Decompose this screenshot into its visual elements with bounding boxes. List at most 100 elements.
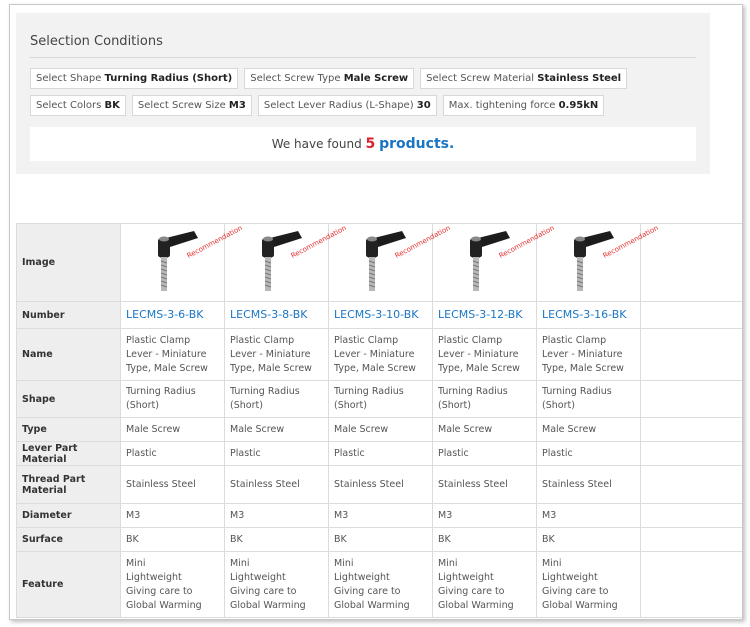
found-prefix: We have found <box>271 137 362 151</box>
tag-value: Stainless Steel <box>537 73 622 84</box>
feature-cell: Mini Lightweight Giving care to Global War… <box>432 551 537 618</box>
feature-item: Mini <box>542 557 562 569</box>
thread-cell: Stainless Steel <box>120 465 225 504</box>
condition-tag-screw-material[interactable]: Select Screw Material Stainless Steel <box>420 68 628 89</box>
product-number-link[interactable]: LECMS-3-8-BK <box>230 308 308 321</box>
thread-cell: Stainless Steel <box>224 465 329 504</box>
shape-cell: Turning Radius (Short) <box>120 380 225 418</box>
name-cell: Plastic Clamp Lever - Miniature Type, Ma… <box>328 328 433 381</box>
tag-label: Select Colors <box>36 100 102 111</box>
thread-cell: Stainless Steel <box>536 465 641 504</box>
product-number-cell: LECMS-3-8-BK <box>224 301 329 329</box>
condition-tag-lever-radius[interactable]: Select Lever Radius (L-Shape) 30 <box>257 95 437 116</box>
row-header-diameter: Diameter <box>16 503 121 528</box>
tag-value: 0.95kN <box>558 100 599 111</box>
row-header-surface: Surface <box>16 527 121 552</box>
condition-tag-screw-type[interactable]: Select Screw Type Male Screw <box>244 68 415 89</box>
shape-cell: Turning Radius (Short) <box>328 380 433 418</box>
empty-cell <box>640 328 742 381</box>
type-cell: Male Screw <box>120 417 225 442</box>
lever-cell: Plastic <box>328 441 433 466</box>
thread-cell: Stainless Steel <box>432 465 537 504</box>
feature-item: Mini <box>126 557 146 569</box>
feature-item: Lightweight <box>542 571 598 583</box>
surface-cell: BK <box>432 527 537 552</box>
product-number-link[interactable]: LECMS-3-10-BK <box>334 308 419 321</box>
results-count-banner: We have found 5 products. <box>30 127 696 161</box>
tag-label: Max. tightening force <box>448 100 556 111</box>
row-header-shape: Shape <box>16 380 121 418</box>
empty-cell <box>640 301 742 329</box>
feature-item: Mini <box>438 557 458 569</box>
table-row-lever: Lever Part Material Plastic Plastic Plastic… <box>16 441 742 466</box>
diameter-cell: M3 <box>120 503 225 528</box>
feature-item: Giving care to Global Warming <box>230 585 306 611</box>
condition-tag-shape[interactable]: Select Shape Turning Radius (Short) <box>30 68 239 89</box>
empty-cell <box>640 503 742 528</box>
lever-cell: Plastic <box>224 441 329 466</box>
shape-cell: Turning Radius (Short) <box>432 380 537 418</box>
product-image-cell[interactable]: Recommendation <box>224 223 348 302</box>
product-number-link[interactable]: LECMS-3-16-BK <box>542 308 627 321</box>
name-cell: Plastic Clamp Lever - Miniature Type, Ma… <box>536 328 641 381</box>
lever-cell: Plastic <box>536 441 641 466</box>
product-image-cell[interactable]: Recommendation <box>120 223 244 302</box>
tag-value: Turning Radius (Short) <box>104 73 233 84</box>
table-row-thread: Thread Part Material Stainless Steel Stain… <box>16 465 742 504</box>
empty-cell <box>640 417 742 442</box>
name-cell: Plastic Clamp Lever - Miniature Type, Ma… <box>224 328 329 381</box>
table-row-type: Type Male Screw Male Screw Male Screw Male S… <box>16 417 742 442</box>
type-cell: Male Screw <box>224 417 329 442</box>
tag-label: Select Screw Type <box>250 73 341 84</box>
condition-tag-colors[interactable]: Select Colors BK <box>30 95 126 116</box>
page-frame: Selection Conditions Select Shape Turnin… <box>9 4 743 620</box>
tag-value: Male Screw <box>343 73 409 84</box>
diameter-cell: M3 <box>536 503 641 528</box>
tag-label: Select Shape <box>36 73 102 84</box>
empty-cell <box>640 527 742 552</box>
row-header-thread: Thread Part Material <box>16 465 121 504</box>
condition-tag-screw-size[interactable]: Select Screw Size M3 <box>131 95 252 116</box>
empty-cell <box>640 441 742 466</box>
tag-value: 30 <box>416 100 431 111</box>
product-image-cell[interactable]: Recommendation <box>328 223 452 302</box>
surface-cell: BK <box>224 527 329 552</box>
table-row-name: Name Plastic Clamp Lever - Miniature Type… <box>16 328 742 381</box>
shape-cell: Turning Radius (Short) <box>224 380 329 418</box>
condition-tag-tightening-force[interactable]: Max. tightening force 0.95kN <box>442 95 605 116</box>
type-cell: Male Screw <box>432 417 537 442</box>
empty-cell <box>640 380 742 418</box>
tag-value: M3 <box>228 100 246 111</box>
table-row-shape: Shape Turning Radius (Short) Turning Radiu… <box>16 380 742 418</box>
tag-value: BK <box>104 100 120 111</box>
clamp-lever-image <box>158 230 198 291</box>
feature-item: Giving care to Global Warming <box>542 585 618 611</box>
clamp-lever-image <box>262 230 302 291</box>
product-number-cell: LECMS-3-6-BK <box>120 301 225 329</box>
tag-label: Select Lever Radius (L-Shape) <box>263 100 414 111</box>
product-image-cell[interactable]: Recommendation <box>536 223 660 302</box>
table-row-diameter: Diameter M3 M3 M3 M3 M3 <box>16 503 742 528</box>
selection-conditions-panel: Selection Conditions Select Shape Turnin… <box>16 13 710 174</box>
product-number-link[interactable]: LECMS-3-6-BK <box>126 308 204 321</box>
row-header-number: Number <box>16 301 121 329</box>
diameter-cell: M3 <box>224 503 329 528</box>
clamp-lever-image <box>366 230 406 291</box>
row-header-name: Name <box>16 328 121 381</box>
product-number-link[interactable]: LECMS-3-12-BK <box>438 308 523 321</box>
feature-item: Giving care to Global Warming <box>438 585 514 611</box>
product-image-cell[interactable]: Recommendation <box>432 223 556 302</box>
name-cell: Plastic Clamp Lever - Miniature Type, Ma… <box>120 328 225 381</box>
tag-label: Select Screw Size <box>137 100 226 111</box>
product-comparison-table: Image Recommendation Recommendation Reco… <box>16 223 742 618</box>
row-header-feature: Feature <box>16 551 121 618</box>
condition-tags: Select Shape Turning Radius (Short) Sele… <box>30 68 690 116</box>
empty-cell <box>640 551 742 618</box>
feature-cell: Mini Lightweight Giving care to Global War… <box>224 551 329 618</box>
feature-item: Lightweight <box>334 571 390 583</box>
surface-cell: BK <box>120 527 225 552</box>
lever-cell: Plastic <box>120 441 225 466</box>
type-cell: Male Screw <box>536 417 641 442</box>
diameter-cell: M3 <box>432 503 537 528</box>
table-row-number: Number LECMS-3-6-BK LECMS-3-8-BK LECMS-3-10… <box>16 301 742 329</box>
